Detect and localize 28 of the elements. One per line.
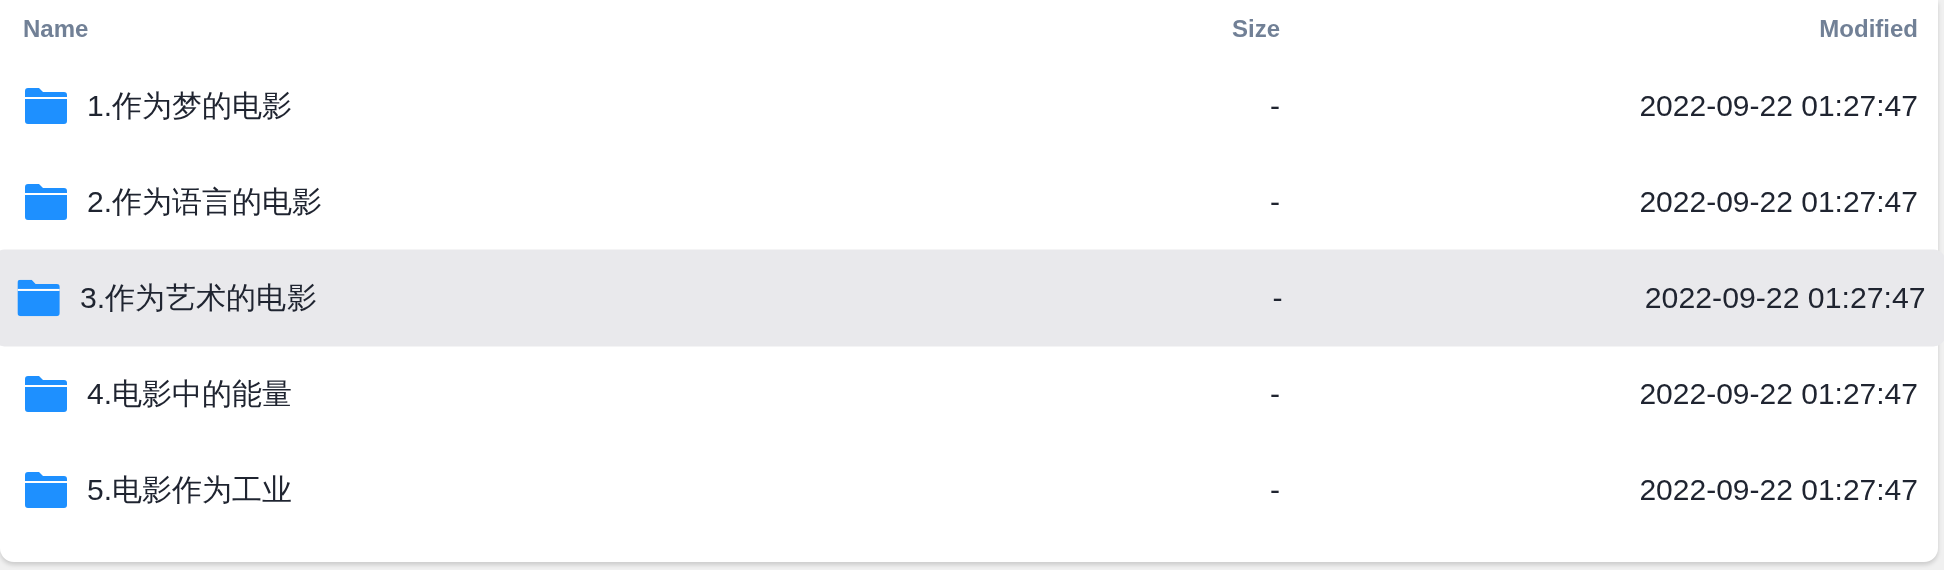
column-header[interactable]: Size (1231, 15, 1280, 43)
file-row[interactable]: 1.作为梦的电影 - 2022-09-22 01:27:47 (0, 58, 1938, 154)
folder-icon (25, 472, 67, 508)
modified-date: 2022-09-22 01:27:47 (1644, 280, 1926, 316)
folder-icon (25, 376, 67, 412)
modified-date: 2022-09-22 01:27:47 (1639, 473, 1918, 507)
column-header[interactable]: Name (23, 15, 89, 43)
file-name: 5.电影作为工业 (87, 471, 293, 508)
file-size: - (1270, 377, 1280, 411)
modified-date: 2022-09-22 01:27:47 (1639, 89, 1918, 123)
file-row[interactable]: 2.作为语言的电影 - 2022-09-22 01:27:47 (0, 154, 1938, 250)
file-name: 2.作为语言的电影 (87, 183, 323, 220)
modified-date: 2022-09-22 01:27:47 (1639, 377, 1918, 411)
file-row[interactable]: 4.电影中的能量 - 2022-09-22 01:27:47 (0, 346, 1938, 442)
file-row[interactable]: 5.电影作为工业 - 2022-09-22 01:27:47 (0, 442, 1938, 538)
file-size: - (1270, 89, 1280, 123)
file-name: 1.作为梦的电影 (87, 87, 293, 124)
file-size: - (1270, 185, 1280, 219)
modified-date: 2022-09-22 01:27:47 (1639, 185, 1918, 219)
file-name: 4.电影中的能量 (87, 375, 293, 412)
folder-icon (25, 184, 67, 220)
file-name: 3.作为艺术的电影 (79, 279, 317, 316)
folder-icon (17, 279, 60, 317)
file-row[interactable]: 3.作为艺术的电影 - 2022-09-22 01:27:47 (0, 249, 1944, 347)
folder-icon (25, 88, 67, 124)
file-size: - (1270, 473, 1280, 507)
column-header[interactable]: Modified (1819, 15, 1918, 43)
file-size: - (1272, 280, 1283, 316)
